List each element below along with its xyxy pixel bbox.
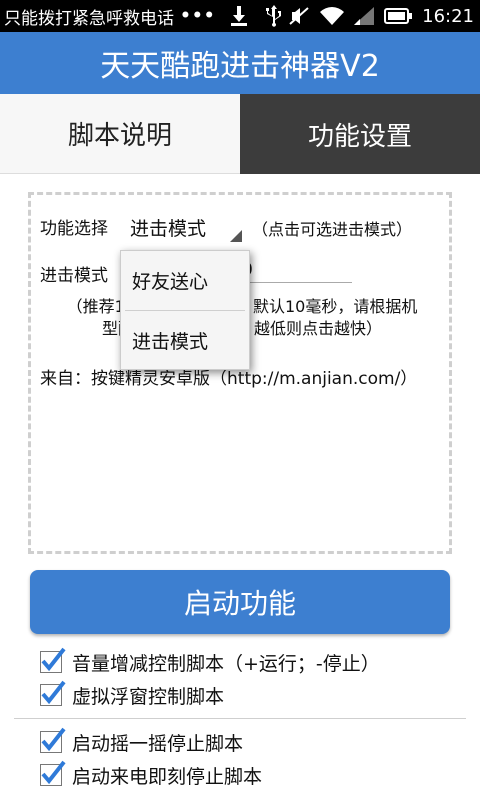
battery-icon [384, 8, 413, 24]
signal-icon [354, 7, 375, 25]
status-time: 16:21 [422, 5, 474, 27]
checkmark-icon [41, 727, 66, 752]
dropdown-option-label: 好友送心 [132, 271, 209, 293]
mode-label: 进击模式 [40, 266, 108, 286]
download-icon [230, 6, 248, 26]
app-title: 天天酷跑进击神器V2 [100, 49, 380, 84]
dropdown-option-label: 进击模式 [132, 331, 209, 353]
status-bar: 只能拨打紧急呼救电话 ••• 16:21 [0, 0, 480, 32]
status-right: 16:21 [288, 0, 474, 32]
tab-function-settings[interactable]: 功能设置 [240, 94, 480, 174]
checkbox-row-volume-control[interactable]: 音量增减控制脚本（+运行；-停止） [40, 647, 380, 677]
checkbox-label: 启动摇一摇停止脚本 [72, 732, 244, 755]
function-select-spinner[interactable]: 进击模式 [124, 208, 244, 244]
function-select-hint: （点击可选进击模式） [252, 220, 413, 239]
dropdown-option-send-heart[interactable]: 好友送心 [121, 251, 249, 310]
function-select-label: 功能选择 [40, 219, 108, 239]
checkbox-row-shake-stop[interactable]: 启动摇一摇停止脚本 [40, 727, 243, 757]
start-function-button[interactable]: 启动功能 [30, 570, 450, 634]
tab-function-settings-label: 功能设置 [307, 121, 412, 152]
checkbox-label: 音量增减控制脚本（+运行；-停止） [72, 652, 380, 675]
function-select-value: 进击模式 [130, 218, 207, 240]
checkbox-row-call-stop[interactable]: 启动来电即刻停止脚本 [40, 760, 262, 790]
checkbox-label: 虚拟浮窗控制脚本 [72, 685, 225, 708]
checkbox-label: 启动来电即刻停止脚本 [72, 765, 263, 788]
app-title-bar: 天天酷跑进击神器V2 [0, 32, 480, 94]
note-line2-end: 越低则点击越快） [254, 319, 383, 338]
checkbox-divider [14, 718, 466, 719]
dropdown-option-attack-mode[interactable]: 进击模式 [121, 311, 249, 370]
start-function-label: 启动功能 [183, 587, 296, 620]
checkbox-floating-window[interactable] [40, 680, 66, 706]
wifi-icon [320, 7, 345, 25]
tab-script-description-label: 脚本说明 [67, 121, 172, 151]
mute-icon [288, 6, 310, 26]
usb-icon [265, 5, 282, 27]
tab-bar: 脚本说明 功能设置 [0, 94, 480, 174]
checkbox-volume-control[interactable] [40, 647, 66, 673]
tab-script-description[interactable]: 脚本说明 [0, 94, 240, 174]
spinner-arrow-icon [230, 230, 242, 242]
checkbox-call-stop[interactable] [40, 760, 66, 786]
status-dots: ••• [180, 6, 216, 26]
checkmark-icon [41, 760, 66, 785]
checkmark-icon [41, 680, 66, 705]
checkmark-icon [41, 647, 66, 672]
checkbox-row-floating-window[interactable]: 虚拟浮窗控制脚本 [40, 680, 224, 710]
checkbox-shake-stop[interactable] [40, 727, 66, 753]
mode-interval-field[interactable]: 0 [240, 254, 352, 283]
note-line1-end: 默认10毫秒，请根据机 [253, 297, 418, 316]
status-notice: 只能拨打紧急呼救电话 [4, 8, 174, 29]
function-dropdown: 好友送心 进击模式 [120, 250, 250, 370]
